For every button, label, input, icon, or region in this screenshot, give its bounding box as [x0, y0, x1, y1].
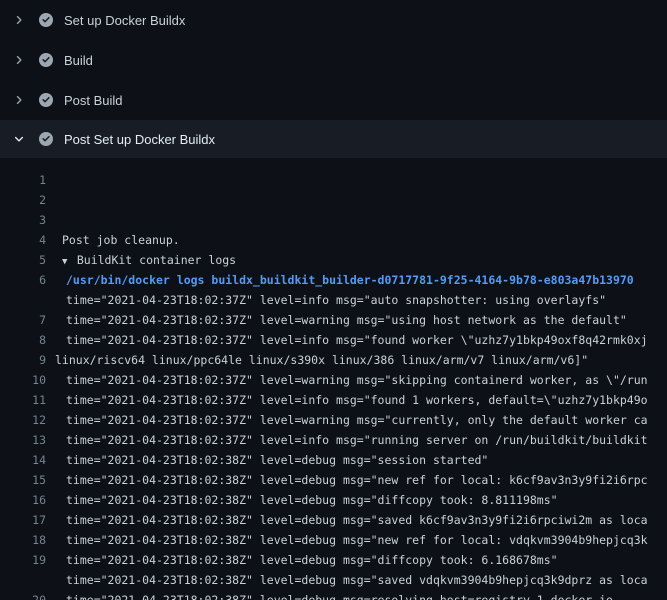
- log-line: 17 time="2021-04-23T18:02:38Z" level=deb…: [0, 510, 667, 530]
- log-line-number[interactable]: 16: [0, 490, 46, 510]
- chevron-icon: [11, 131, 27, 147]
- log-line-number[interactable]: 12: [0, 410, 46, 430]
- step-label: Set up Docker Buildx: [64, 13, 185, 28]
- step-header-post-build[interactable]: Post Build: [0, 80, 667, 120]
- log-line: 14 time="2021-04-23T18:02:38Z" level=deb…: [0, 450, 667, 470]
- log-line-number[interactable]: 7: [0, 310, 46, 330]
- log-line: 8 time="2021-04-23T18:02:37Z" level=info…: [0, 330, 667, 350]
- log-line: 15 time="2021-04-23T18:02:38Z" level=deb…: [0, 470, 667, 490]
- step-header-post-set-up-docker-buildx[interactable]: Post Set up Docker Buildx: [0, 120, 667, 158]
- log-line: 12 time="2021-04-23T18:02:38Z" level=deb…: [0, 410, 667, 430]
- chevron-icon: [11, 52, 27, 68]
- log-line: 1 Post job cleanup.: [0, 170, 667, 190]
- step-label: Post Set up Docker Buildx: [64, 132, 215, 147]
- log-line-number[interactable]: 2: [0, 190, 46, 210]
- log-line-number[interactable]: 4: [0, 230, 46, 250]
- log-line-number[interactable]: 9: [0, 350, 46, 370]
- step-label: Post Build: [64, 93, 123, 108]
- log-line-number[interactable]: 11: [0, 390, 46, 410]
- log-line: 10 time="2021-04-23T18:02:37Z" level=inf…: [0, 370, 667, 390]
- log-line: 9 time="2021-04-23T18:02:37Z" level=warn…: [0, 350, 667, 370]
- chevron-icon: [11, 12, 27, 28]
- log-line-number[interactable]: 15: [0, 470, 46, 490]
- log-line: 3 /usr/bin/docker logs buildx_buildkit_b…: [0, 210, 667, 230]
- steps-list: Set up Docker Buildx Build P: [0, 0, 667, 158]
- log-line: application/vnd.oci.image.index.v1+json,…: [0, 570, 667, 590]
- check-circle-icon: [39, 132, 53, 146]
- check-circle-icon: [39, 53, 53, 67]
- log-line-number[interactable]: 20: [0, 590, 46, 600]
- log-line-number[interactable]: 1: [0, 170, 46, 190]
- log-line-number[interactable]: 19: [0, 550, 46, 570]
- log-line-number[interactable]: 17: [0, 510, 46, 530]
- log-line: 13 time="2021-04-23T18:02:38Z" level=deb…: [0, 430, 667, 450]
- log-line: 19 time="2021-04-23T18:02:38Z" level=deb…: [0, 550, 667, 570]
- check-circle-icon: [39, 13, 53, 27]
- log-line-number[interactable]: 8: [0, 330, 46, 350]
- log-line: 20 time="2021-04-23T18:02:38Z" level=deb…: [0, 590, 667, 600]
- log-line-number[interactable]: 6: [0, 270, 46, 290]
- log-line-number[interactable]: 14: [0, 450, 46, 470]
- chevron-icon: [11, 92, 27, 108]
- log-line: 7 time="2021-04-23T18:02:37Z" level=warn…: [0, 310, 667, 330]
- step-label: Build: [64, 53, 93, 68]
- log-line-number[interactable]: 13: [0, 430, 46, 450]
- log-line-number[interactable]: 18: [0, 530, 46, 550]
- log-line-number[interactable]: 5: [0, 250, 46, 270]
- workflow-log-page: Set up Docker Buildx Build P: [0, 0, 667, 600]
- log-line: 16 time="2021-04-23T18:02:38Z" level=deb…: [0, 490, 667, 510]
- log-lines: 1 Post job cleanup. 2 ▼ BuildKit contain…: [0, 158, 667, 600]
- log-line: 4 time="2021-04-23T18:02:37Z" level=info…: [0, 230, 667, 250]
- log-line: linux/riscv64 linux/ppc64le linux/s390x …: [0, 290, 667, 310]
- log-line: 11 time="2021-04-23T18:02:38Z" level=deb…: [0, 390, 667, 410]
- log-line-number[interactable]: 10: [0, 370, 46, 390]
- log-line: 6 time="2021-04-23T18:02:37Z" level=info…: [0, 270, 667, 290]
- log-line-number[interactable]: 3: [0, 210, 46, 230]
- check-circle-icon: [39, 93, 53, 107]
- log-line[interactable]: 2 ▼ BuildKit container logs: [0, 190, 667, 210]
- log-line: 5 time="2021-04-23T18:02:37Z" level=warn…: [0, 250, 667, 270]
- step-header-set-up-docker-buildx[interactable]: Set up Docker Buildx: [0, 0, 667, 40]
- log-line: 18 time="2021-04-23T18:02:38Z" level=deb…: [0, 530, 667, 550]
- step-header-build[interactable]: Build: [0, 40, 667, 80]
